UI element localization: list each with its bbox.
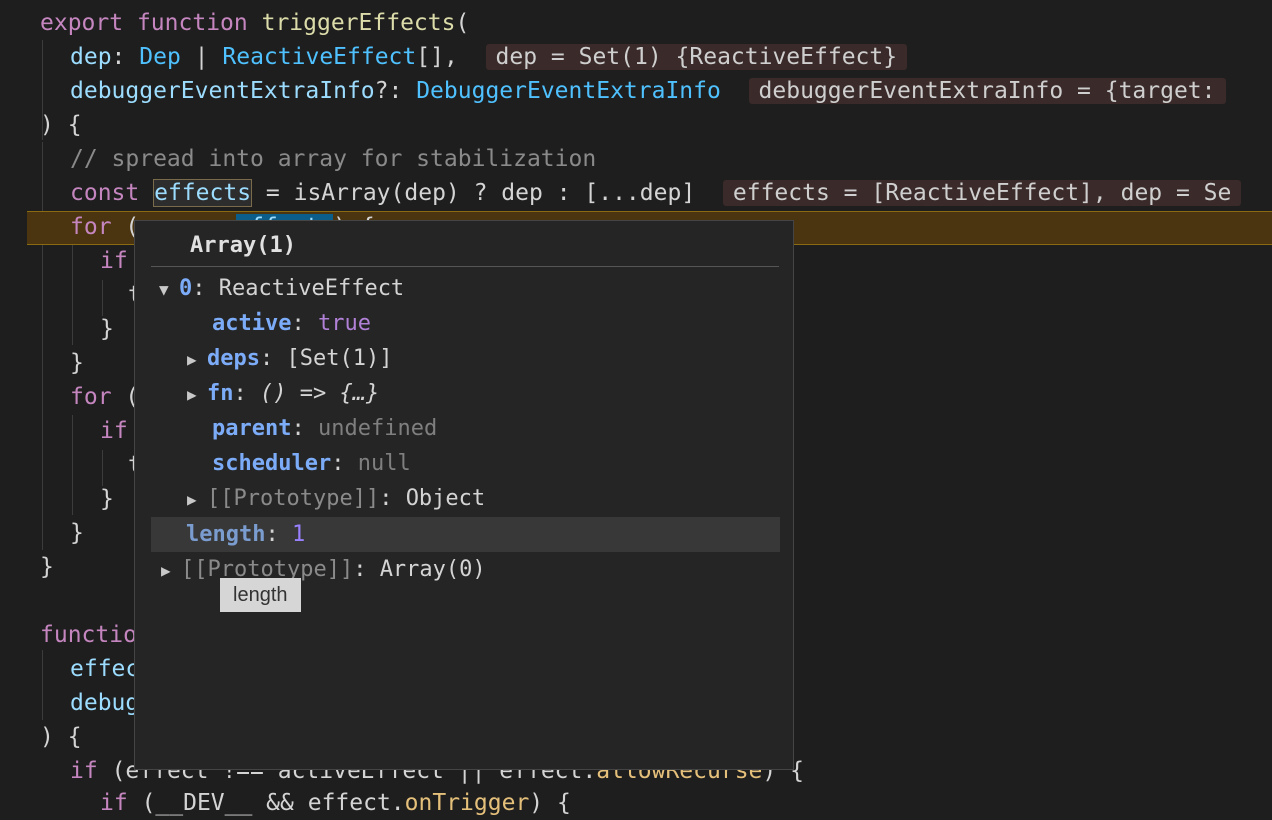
tree-sep: : xyxy=(291,311,318,336)
tree-value: 1 xyxy=(291,522,306,547)
code-line-8[interactable]: if xyxy=(100,244,128,278)
code-line-3[interactable]: debuggerEventExtraInfo?: DebuggerEventEx… xyxy=(70,74,1226,108)
param-name[interactable]: dep xyxy=(70,44,112,70)
tree-row-active[interactable]: active: true xyxy=(135,306,870,341)
tree-sep: : xyxy=(265,522,292,547)
tree-row-scheduler[interactable]: scheduler: null xyxy=(135,446,870,481)
indent-guide xyxy=(102,280,103,316)
type-name[interactable]: Dep xyxy=(139,44,181,70)
punctuation: ( xyxy=(455,10,470,36)
tree-sep: : xyxy=(353,557,380,582)
code-text: (__DEV__ && effect. xyxy=(141,790,405,816)
code-line-16[interactable]: } xyxy=(70,516,84,550)
tree-sep: : xyxy=(331,451,358,476)
hovered-variable-effects[interactable]: effects xyxy=(153,179,253,207)
function-name[interactable]: triggerEffects xyxy=(262,10,456,36)
code-line-22[interactable]: ) { xyxy=(40,720,82,754)
tree-key: length xyxy=(186,522,266,547)
keyword: for xyxy=(70,214,112,240)
indent-guide xyxy=(42,142,43,550)
code-line-6[interactable]: const effects = isArray(dep) ? dep : [..… xyxy=(70,176,1242,210)
code-line-1[interactable]: export function triggerEffects( xyxy=(40,6,469,40)
param-name[interactable]: debuggerEventExtraInfo xyxy=(70,78,375,104)
punctuation: : xyxy=(111,44,126,70)
code-line-17[interactable]: } xyxy=(40,550,54,584)
keyword: if xyxy=(70,758,98,784)
tree-sep: : xyxy=(291,416,318,441)
code-line-21[interactable]: debug xyxy=(70,686,139,720)
tree-row-length[interactable]: length: 1 xyxy=(151,517,780,552)
tree-row-0[interactable]: ▼ 0: ReactiveEffect xyxy=(135,271,817,306)
chevron-right-icon[interactable]: ▶ xyxy=(187,377,207,412)
keyword: function xyxy=(136,10,248,36)
keyword: const xyxy=(70,180,140,206)
code-line-12[interactable]: for ( xyxy=(70,380,139,414)
chevron-right-icon[interactable]: ▶ xyxy=(161,553,181,588)
punctuation: ?: xyxy=(374,78,403,104)
code-line-11[interactable]: } xyxy=(70,346,84,380)
property-name[interactable]: onTrigger xyxy=(405,790,530,816)
type-name[interactable]: DebuggerEventExtraInfo xyxy=(416,78,721,104)
tree-sep: : xyxy=(233,381,260,406)
code-line-19[interactable]: functio xyxy=(40,618,137,652)
code-line-2[interactable]: dep: Dep | ReactiveEffect[], dep = Set(1… xyxy=(70,40,908,74)
code-line-15[interactable]: } xyxy=(100,482,114,516)
tree-sep: : xyxy=(379,486,406,511)
tree-key: scheduler xyxy=(212,451,332,476)
indent-guide xyxy=(72,245,73,345)
indent-guide xyxy=(102,450,103,486)
hover-divider xyxy=(151,266,779,267)
keyword: export xyxy=(40,10,124,36)
tree-row-prototype-object[interactable]: ▶ [[Prototype]]: Object xyxy=(135,481,845,516)
keyword: for xyxy=(70,384,112,410)
hover-title: Array(1) xyxy=(190,233,296,258)
type-name[interactable]: ReactiveEffect xyxy=(222,44,416,70)
punctuation: [], xyxy=(416,44,458,70)
tree-value: ReactiveEffect xyxy=(218,276,405,301)
chevron-right-icon[interactable]: ▶ xyxy=(187,342,207,377)
punctuation: | xyxy=(194,44,209,70)
keyword: if xyxy=(100,790,128,816)
tree-row-deps[interactable]: ▶ deps: [Set(1)] xyxy=(135,341,845,376)
inline-value: debuggerEventExtraInfo = {target: xyxy=(748,78,1226,104)
indent-guide xyxy=(42,650,43,720)
code-comment[interactable]: // spread into array for stabilization xyxy=(70,142,596,176)
chevron-down-icon[interactable]: ▼ xyxy=(159,272,179,307)
indent-guide xyxy=(72,415,73,515)
code-line-20[interactable]: effec xyxy=(70,652,139,686)
tree-key: [[Prototype]] xyxy=(207,486,380,511)
debug-hover-widget[interactable]: Array(1) ▼ 0: ReactiveEffect active: true… xyxy=(134,220,794,770)
tree-row-fn[interactable]: ▶ fn: () => {…} xyxy=(135,376,845,411)
tooltip: length xyxy=(220,578,301,612)
tree-value: true xyxy=(317,311,371,336)
code-text: = isArray(dep) ? dep : [...dep] xyxy=(265,180,696,206)
tree-value: [Set(1)] xyxy=(286,346,393,371)
tree-key: parent xyxy=(212,416,292,441)
tree-key: fn xyxy=(207,381,234,406)
chevron-right-icon[interactable]: ▶ xyxy=(187,482,207,517)
tree-sep: : xyxy=(192,276,219,301)
code-line-13[interactable]: if xyxy=(100,414,128,448)
tree-value: null xyxy=(357,451,411,476)
code-line-10[interactable]: } xyxy=(100,312,114,346)
tree-value: Object xyxy=(405,486,486,511)
tree-sep: : xyxy=(259,346,287,371)
tree-key: deps xyxy=(207,346,260,371)
code-line-24[interactable]: if (__DEV__ && effect.onTrigger) { xyxy=(100,786,571,820)
tree-key: active xyxy=(212,311,292,336)
tree-value: undefined xyxy=(317,416,438,441)
punctuation: ) { xyxy=(529,790,571,816)
inline-value: effects = [ReactiveEffect], dep = Se xyxy=(722,180,1242,206)
inline-value: dep = Set(1) {ReactiveEffect} xyxy=(485,44,908,70)
tree-value: () => {…} xyxy=(260,381,380,406)
tree-value: Array(0) xyxy=(379,557,486,582)
tree-key: 0 xyxy=(179,276,193,301)
tree-row-parent[interactable]: parent: undefined xyxy=(135,411,870,446)
code-line-4[interactable]: ) { xyxy=(40,108,82,142)
